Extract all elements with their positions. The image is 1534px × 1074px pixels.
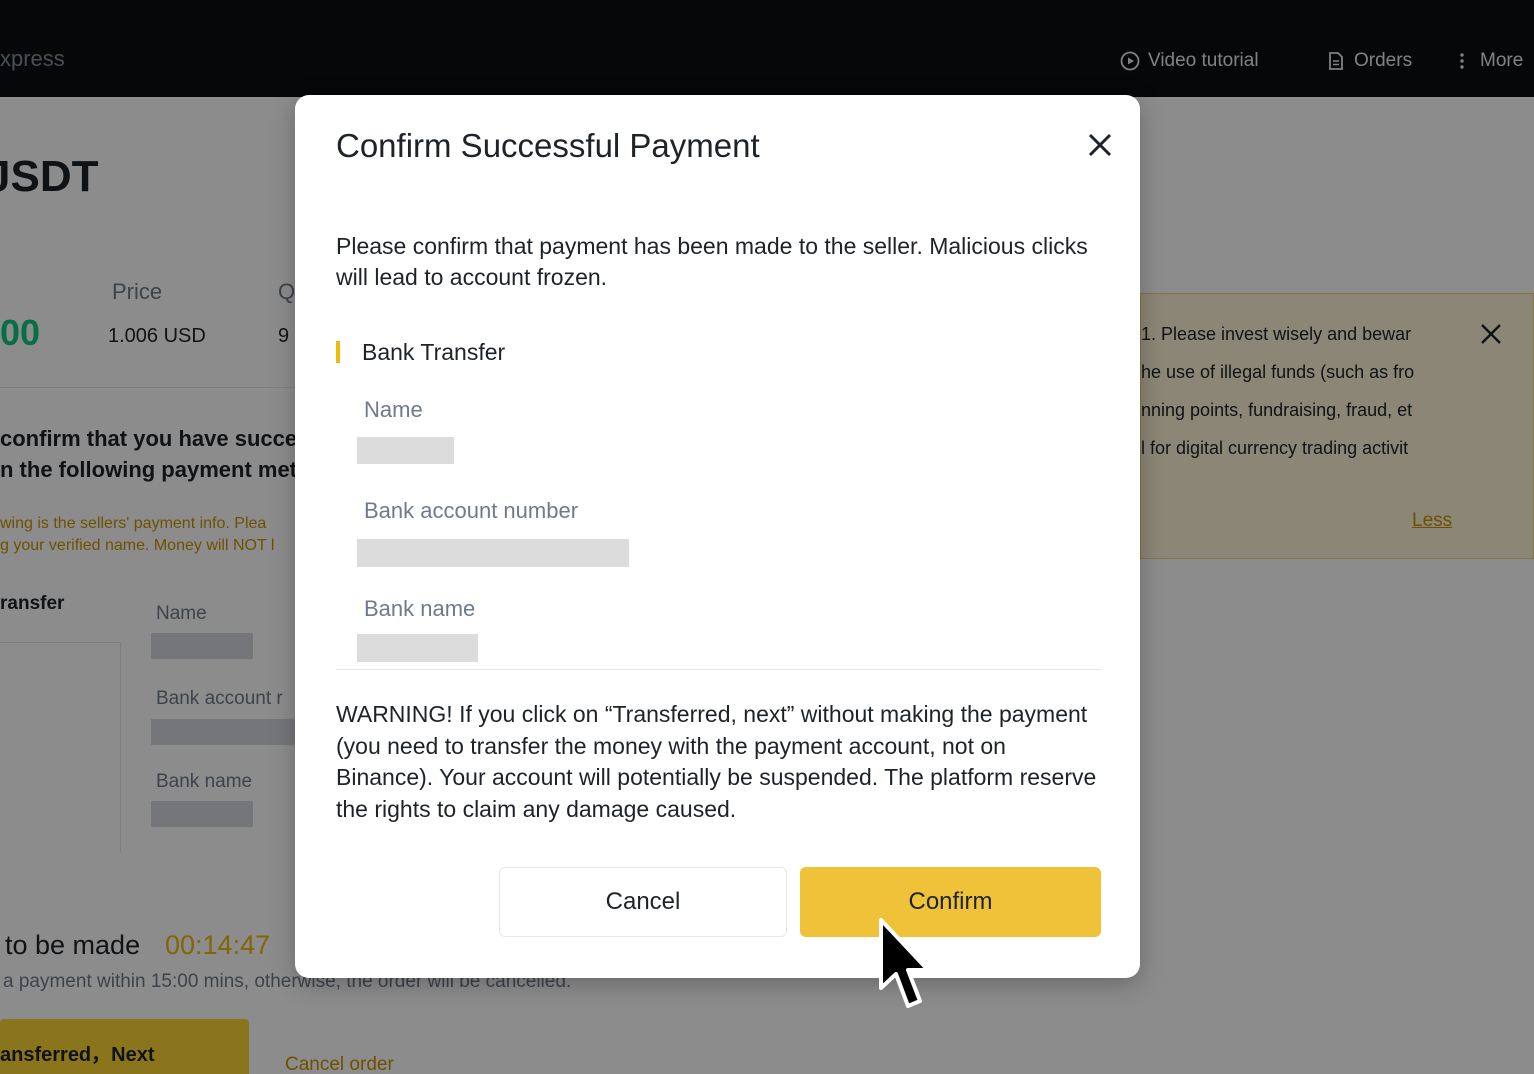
name-redacted-value (357, 437, 454, 464)
warning-text: WARNING! If you click on “Transferred, n… (336, 701, 1097, 822)
bank-account-redacted-value (357, 539, 629, 567)
payment-method-header: Bank Transfer (336, 338, 505, 366)
payment-method-label: Bank Transfer (362, 338, 506, 365)
close-icon (1088, 133, 1112, 157)
dialog-divider (336, 669, 1101, 670)
bank-name-redacted-value (357, 634, 478, 662)
accent-bar (336, 341, 340, 363)
bank-name-field-label: Bank name (364, 596, 476, 621)
close-dialog-button[interactable] (1080, 125, 1120, 165)
cancel-button[interactable]: Cancel (499, 867, 787, 937)
confirm-payment-dialog: Confirm Successful Payment Please confir… (295, 95, 1140, 978)
name-field-label: Name (364, 397, 423, 422)
bank-account-field-label: Bank account number (364, 498, 579, 523)
dialog-title: Confirm Successful Payment (336, 127, 760, 164)
mouse-pointer-icon (879, 918, 930, 1008)
confirm-button[interactable]: Confirm (800, 867, 1101, 937)
dialog-intro-text: Please confirm that payment has been mad… (336, 233, 1088, 290)
